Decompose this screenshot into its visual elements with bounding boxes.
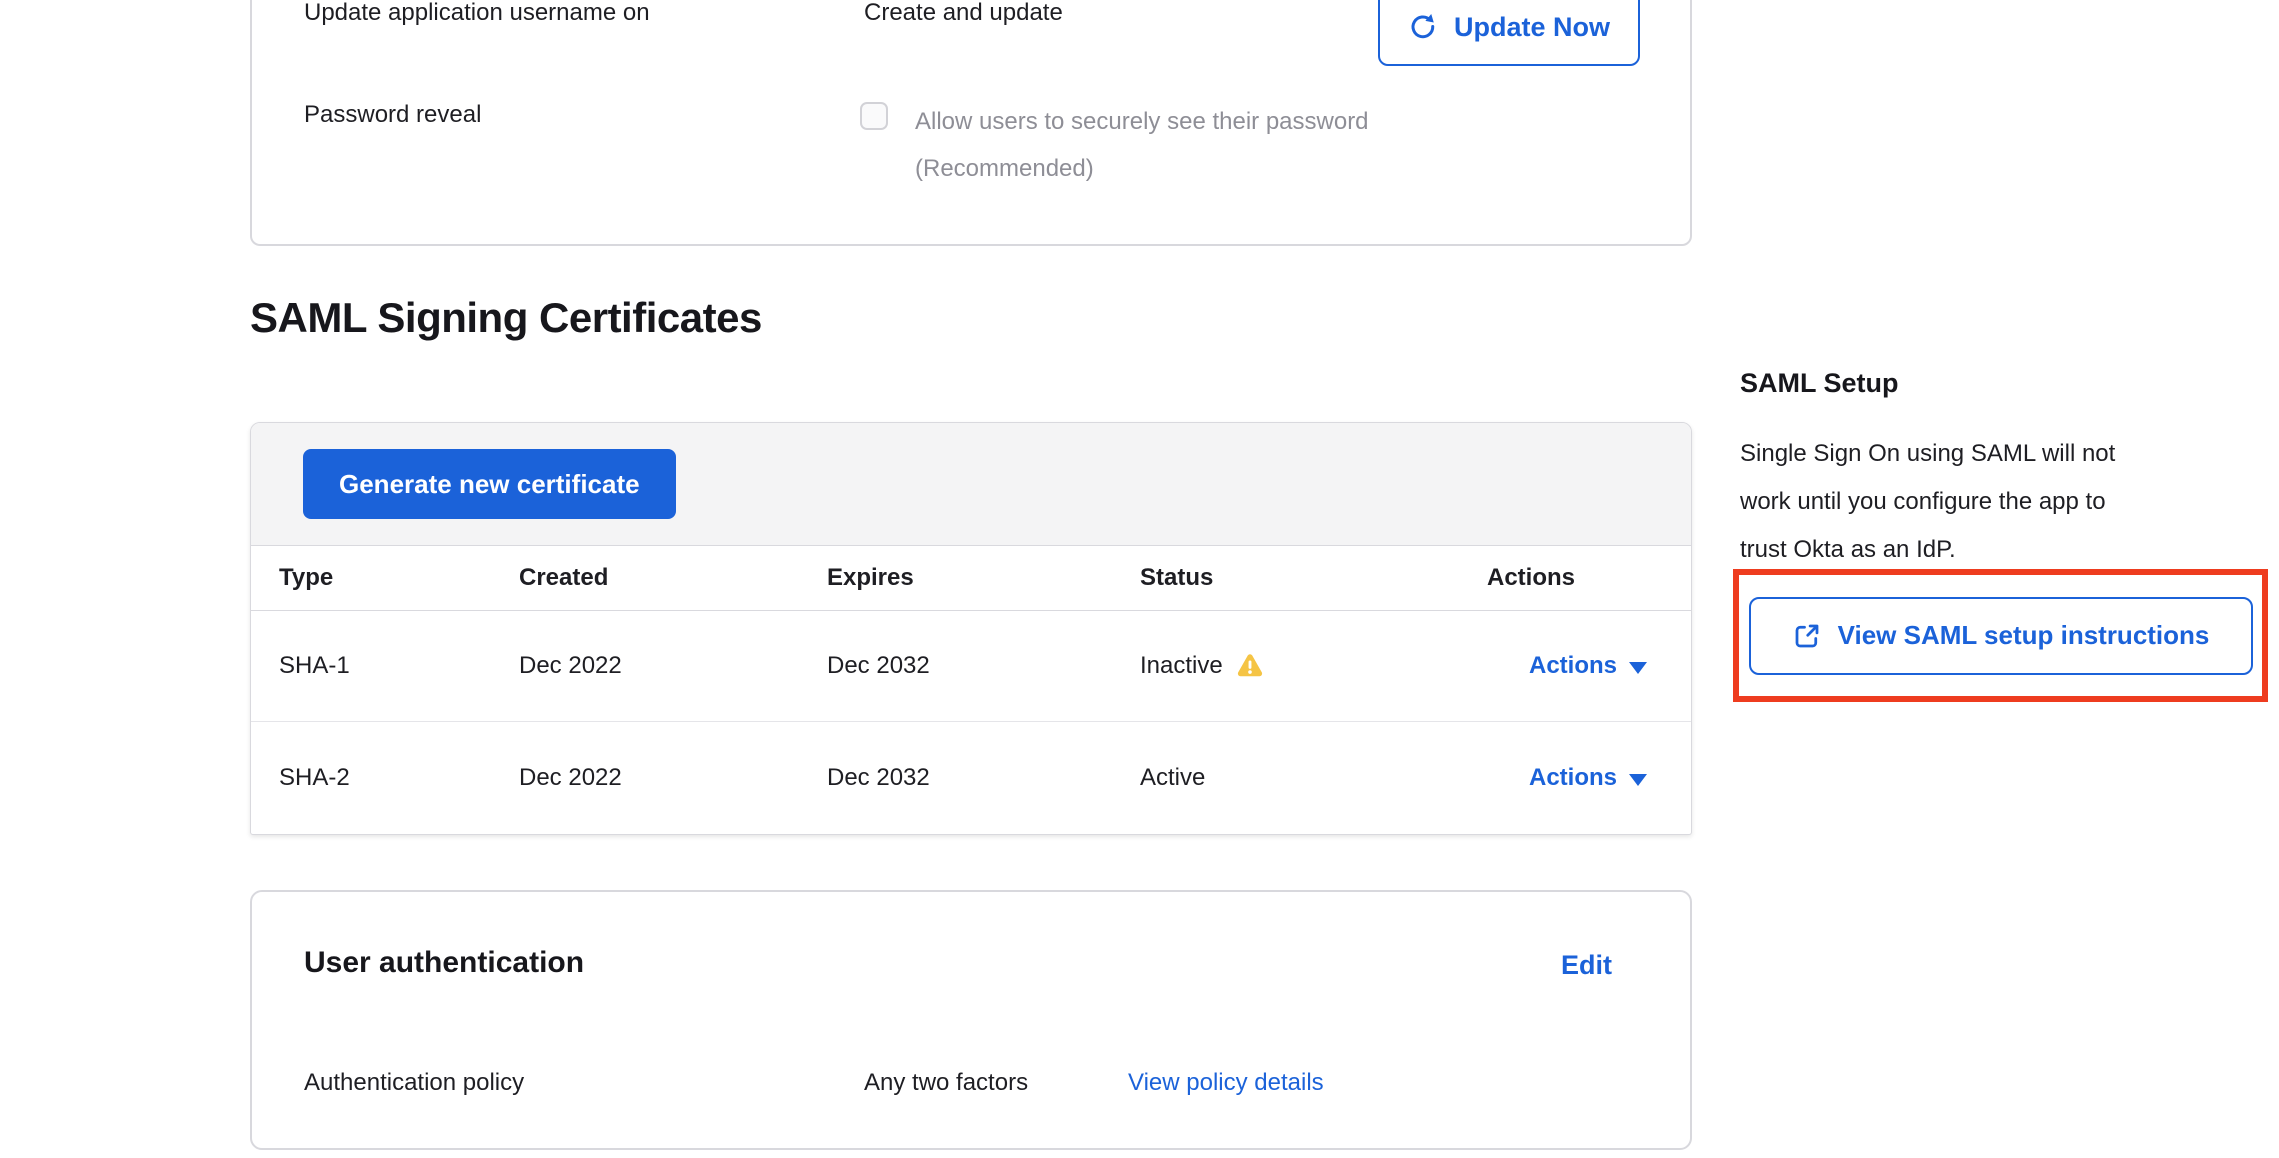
- edit-link[interactable]: Edit: [1561, 950, 1612, 981]
- column-header-expires: Expires: [799, 564, 1112, 592]
- view-saml-instructions-button[interactable]: View SAML setup instructions: [1749, 597, 2253, 675]
- refresh-icon: [1408, 12, 1438, 42]
- authentication-policy-label: Authentication policy: [304, 1068, 524, 1098]
- view-policy-details-link[interactable]: View policy details: [1128, 1068, 1324, 1098]
- saml-setup-description: Single Sign On using SAML will not work …: [1740, 430, 2279, 574]
- page-canvas: Update application username on Create an…: [0, 0, 2279, 1158]
- column-header-type: Type: [251, 564, 491, 592]
- status-text: Active: [1140, 764, 1205, 792]
- password-reveal-description: Allow users to securely see their passwo…: [915, 98, 1475, 192]
- cell-type: SHA-2: [251, 764, 491, 792]
- cell-expires: Dec 2032: [799, 764, 1112, 792]
- certificates-toolbar: Generate new certificate: [251, 423, 1691, 546]
- actions-label: Actions: [1529, 764, 1617, 792]
- authentication-policy-value: Any two factors: [864, 1068, 1028, 1098]
- column-header-created: Created: [491, 564, 799, 592]
- saml-setup-description-line2: work until you configure the app to: [1740, 478, 2279, 526]
- cell-type: SHA-1: [251, 652, 491, 680]
- update-now-button[interactable]: Update Now: [1378, 0, 1640, 66]
- chevron-down-icon: [1629, 662, 1647, 674]
- table-header-row: Type Created Expires Status Actions: [251, 546, 1691, 611]
- cell-created: Dec 2022: [491, 764, 799, 792]
- cell-status: Inactive: [1112, 651, 1463, 681]
- user-authentication-heading: User authentication: [304, 946, 584, 980]
- password-reveal-description-line1: Allow users to securely see their passwo…: [915, 98, 1475, 145]
- column-header-actions: Actions: [1463, 564, 1691, 592]
- username-update-value: Create and update: [864, 0, 1063, 28]
- status-text: Inactive: [1140, 652, 1223, 680]
- certificates-panel: Generate new certificate Type Created Ex…: [250, 422, 1692, 835]
- actions-dropdown[interactable]: Actions: [1463, 764, 1691, 792]
- generate-certificate-button[interactable]: Generate new certificate: [303, 449, 676, 519]
- actions-label: Actions: [1529, 652, 1617, 680]
- warning-icon: [1235, 651, 1265, 681]
- password-reveal-checkbox[interactable]: [860, 102, 888, 130]
- saml-setup-description-line3: trust Okta as an IdP.: [1740, 526, 2279, 574]
- table-row-sha2: SHA-2 Dec 2022 Dec 2032 Active Actions: [251, 722, 1691, 834]
- actions-dropdown[interactable]: Actions: [1463, 652, 1691, 680]
- password-reveal-label: Password reveal: [304, 100, 481, 130]
- view-saml-instructions-label: View SAML setup instructions: [1838, 620, 2210, 651]
- external-link-icon: [1792, 621, 1822, 651]
- column-header-status: Status: [1112, 564, 1463, 592]
- chevron-down-icon: [1629, 774, 1647, 786]
- update-now-label: Update Now: [1454, 12, 1610, 43]
- user-authentication-card: User authentication Edit Authentication …: [250, 890, 1692, 1150]
- table-row-sha1: SHA-1 Dec 2022 Dec 2032 Inactive Actions: [251, 611, 1691, 722]
- cell-expires: Dec 2032: [799, 652, 1112, 680]
- cell-status: Active: [1112, 764, 1463, 792]
- username-update-label: Update application username on: [304, 0, 650, 28]
- annotation-highlight-box: View SAML setup instructions: [1733, 569, 2268, 702]
- page-title: SAML Signing Certificates: [250, 294, 762, 342]
- saml-setup-description-line1: Single Sign On using SAML will not: [1740, 430, 2279, 478]
- app-settings-card: Update application username on Create an…: [250, 0, 1692, 246]
- password-reveal-description-line2: (Recommended): [915, 145, 1475, 192]
- saml-setup-heading: SAML Setup: [1740, 368, 1899, 399]
- cell-created: Dec 2022: [491, 652, 799, 680]
